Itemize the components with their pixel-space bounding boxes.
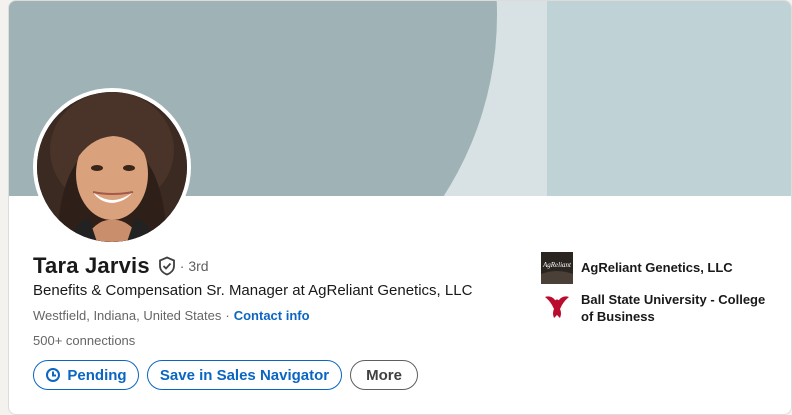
name-row: Tara Jarvis · 3rd	[33, 253, 209, 279]
profile-card: Tara Jarvis · 3rd Benefits & Compensatio…	[8, 0, 792, 415]
more-label: More	[366, 366, 402, 384]
ball-state-logo-icon	[541, 291, 573, 323]
more-button[interactable]: More	[350, 360, 418, 390]
org-name-ball-state: Ball State University - College of Busin…	[581, 292, 766, 324]
verified-shield-icon[interactable]	[158, 256, 176, 276]
clock-icon	[46, 368, 61, 382]
profile-avatar[interactable]	[33, 88, 191, 246]
save-sales-navigator-button[interactable]: Save in Sales Navigator	[147, 360, 342, 390]
org-ball-state[interactable]: Ball State University - College of Busin…	[541, 291, 771, 325]
org-agreliant[interactable]: AgReliant AgReliant Genetics, LLC	[541, 252, 771, 284]
contact-info-link[interactable]: Contact info	[234, 308, 310, 323]
agreliant-logo-icon: AgReliant	[541, 252, 573, 284]
location-row: Westfield, Indiana, United States · Contac…	[33, 308, 310, 323]
pending-label: Pending	[67, 366, 127, 384]
agreliant-logo-text: AgReliant	[542, 261, 572, 269]
org-name-agreliant: AgReliant Genetics, LLC	[581, 260, 733, 275]
save-sales-navigator-label: Save in Sales Navigator	[159, 366, 330, 384]
profile-name: Tara Jarvis	[33, 253, 150, 278]
connections-count: 500+ connections	[33, 333, 136, 348]
profile-headline: Benefits & Compensation Sr. Manager at A…	[33, 282, 473, 299]
pending-button[interactable]: Pending	[33, 360, 139, 390]
connection-degree: · 3rd	[179, 258, 209, 274]
profile-location: Westfield, Indiana, United States	[33, 308, 222, 323]
location-separator: ·	[225, 308, 230, 323]
